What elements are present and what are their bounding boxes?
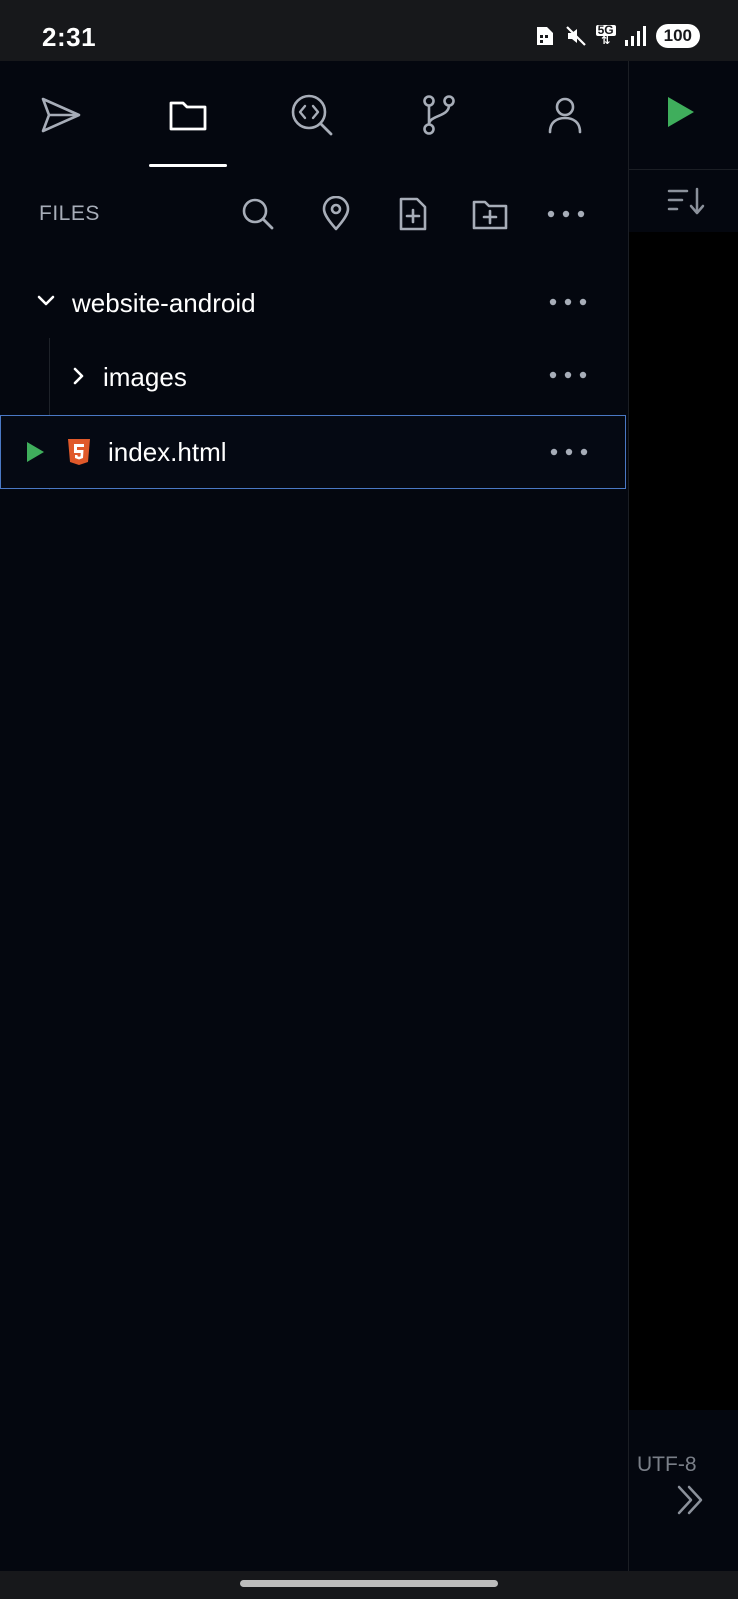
locate-file-button[interactable]	[316, 194, 356, 234]
sim-icon	[534, 25, 556, 47]
location-pin-icon	[322, 196, 350, 231]
more-icon	[547, 210, 585, 218]
tab-code-search[interactable]	[289, 92, 335, 138]
tree-item-label: images	[103, 362, 187, 392]
user-icon	[548, 97, 582, 134]
tree-item-website-android[interactable]: website-android	[0, 274, 628, 332]
signal-icon	[624, 25, 648, 47]
search-files-button[interactable]	[238, 194, 278, 234]
new-file-button[interactable]	[393, 194, 433, 234]
tab-account[interactable]	[542, 92, 588, 138]
tree-item-label: website-android	[72, 288, 256, 318]
encoding-label[interactable]: UTF-8	[637, 1453, 697, 1477]
more-icon[interactable]	[548, 292, 588, 312]
status-bar: 2:31 5G ⇅ 100	[0, 0, 738, 61]
new-folder-icon	[472, 200, 508, 230]
tab-git[interactable]	[416, 92, 462, 138]
search-icon	[242, 198, 274, 230]
folder-icon	[169, 101, 207, 131]
files-header: FILES	[39, 202, 100, 225]
chevron-right-icon	[72, 366, 86, 386]
battery-indicator: 100	[655, 24, 700, 48]
status-icons: 5G ⇅ 100	[534, 24, 700, 48]
screen: 2:31 5G ⇅ 100 UTF-8 FILES website-androi…	[0, 0, 738, 1599]
new-folder-button[interactable]	[470, 194, 510, 234]
chevron-down-icon	[36, 294, 56, 308]
new-file-icon	[399, 197, 427, 231]
run-file-icon[interactable]	[25, 441, 45, 463]
editor-topbar-divider	[629, 169, 738, 170]
expand-panel-icon[interactable]	[673, 1483, 707, 1517]
status-time: 2:31	[42, 22, 97, 52]
tab-send[interactable]	[38, 92, 84, 138]
editor-strip: UTF-8	[629, 61, 738, 1571]
active-tab-indicator	[149, 164, 227, 167]
data-arrows-icon: ⇅	[601, 35, 611, 47]
files-more-button[interactable]	[546, 194, 586, 234]
code-search-icon	[291, 94, 333, 136]
tree-item-label: index.html	[108, 437, 227, 467]
run-icon[interactable]	[665, 95, 697, 129]
html5-icon	[67, 438, 91, 466]
tree-item-images[interactable]: images	[0, 348, 628, 406]
more-icon[interactable]	[548, 365, 588, 385]
sort-icon[interactable]	[667, 186, 707, 218]
tab-files[interactable]	[165, 92, 211, 138]
git-branch-icon	[423, 95, 455, 135]
more-icon[interactable]	[549, 442, 589, 462]
network-type: 5G ⇅	[595, 23, 616, 47]
home-gesture-bar[interactable]	[240, 1580, 498, 1587]
tree-item-index-html[interactable]: index.html	[0, 415, 626, 489]
mute-icon	[564, 24, 588, 48]
send-icon	[41, 97, 81, 133]
